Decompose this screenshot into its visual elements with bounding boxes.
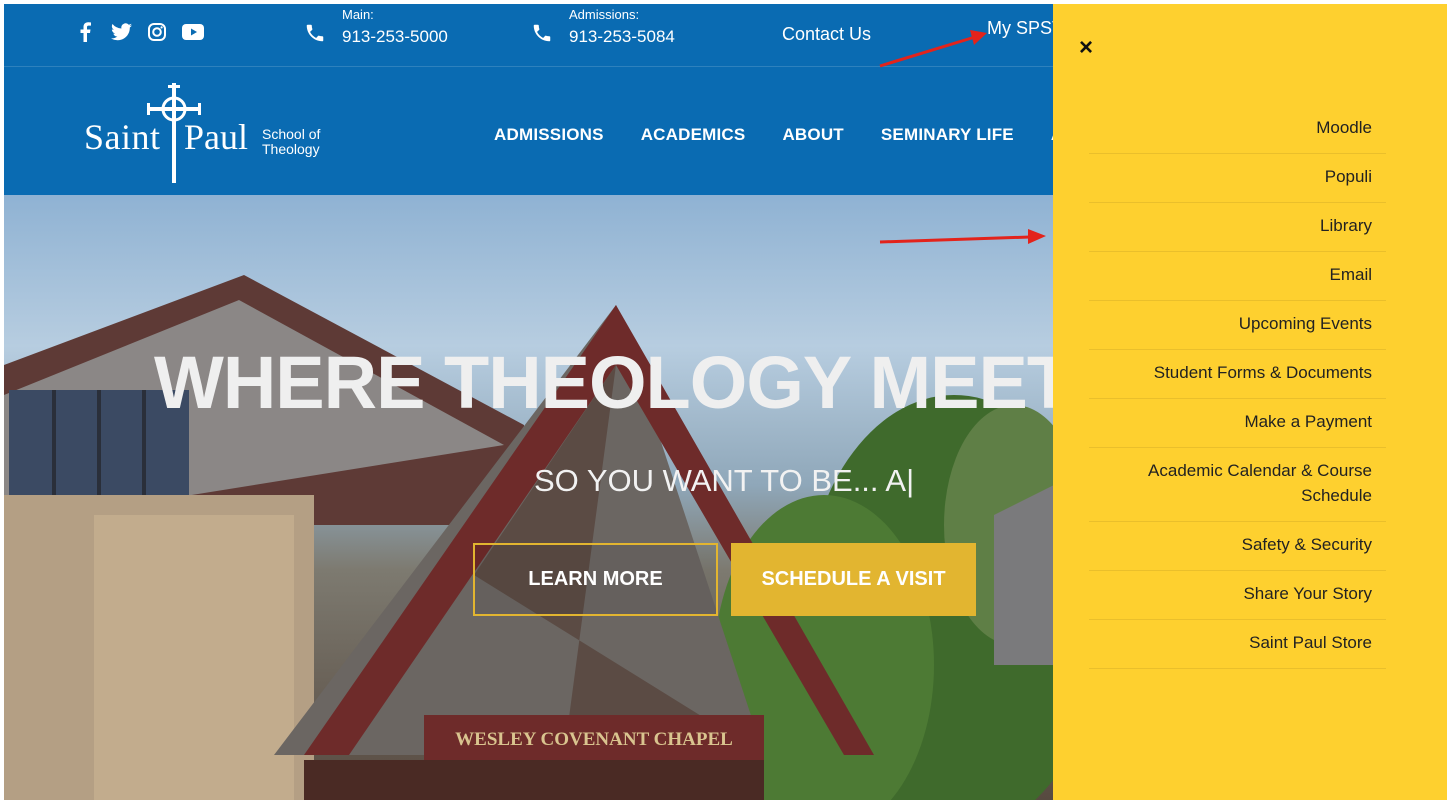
- hero-title: WHERE THEOLOGY MEET: [154, 341, 1054, 424]
- drawer-item-make-payment[interactable]: Make a Payment: [1089, 399, 1386, 448]
- nav-academics[interactable]: ACADEMICS: [641, 125, 746, 145]
- main-nav: ADMISSIONS ACADEMICS ABOUT SEMINARY LIFE…: [494, 125, 1063, 145]
- phone-icon: [304, 22, 326, 44]
- schedule-visit-button[interactable]: SCHEDULE A VISIT: [731, 543, 976, 616]
- top-bar: Main: 913-253-5000 Admissions: 913-253-5…: [4, 4, 1063, 67]
- nav-admissions[interactable]: ADMISSIONS: [494, 125, 604, 145]
- drawer-item-safety-security[interactable]: Safety & Security: [1089, 522, 1386, 571]
- main-phone-label: Main:: [342, 7, 374, 22]
- youtube-icon[interactable]: [182, 21, 204, 43]
- main-header: Saint Paul School of Theology ADMISSIONS…: [4, 67, 1063, 195]
- drawer-item-academic-calendar[interactable]: Academic Calendar & Course Schedule: [1089, 448, 1386, 522]
- admissions-phone-label: Admissions:: [569, 7, 640, 22]
- social-links: [74, 21, 204, 43]
- drawer-item-email[interactable]: Email: [1089, 252, 1386, 301]
- admissions-phone[interactable]: Admissions: 913-253-5084: [531, 8, 675, 48]
- facebook-icon[interactable]: [74, 21, 96, 43]
- logo-line-2: Theology: [262, 141, 320, 157]
- drawer-item-populi[interactable]: Populi: [1089, 154, 1386, 203]
- hero-banner: WESLEY COVENANT CHAPEL WHERE THEOLOGY ME…: [4, 195, 1054, 800]
- main-phone[interactable]: Main: 913-253-5000: [304, 8, 448, 48]
- my-spst-link[interactable]: My SPST: [987, 18, 1063, 39]
- twitter-icon[interactable]: [110, 21, 132, 43]
- nav-seminary-life[interactable]: SEMINARY LIFE: [881, 125, 1014, 145]
- hero-subtitle: SO YOU WANT TO BE... A|: [534, 463, 915, 498]
- main-phone-number[interactable]: 913-253-5000: [342, 26, 448, 48]
- instagram-icon[interactable]: [146, 21, 168, 43]
- phone-icon: [531, 22, 553, 44]
- logo-saint: Saint: [84, 117, 161, 157]
- learn-more-button[interactable]: LEARN MORE: [473, 543, 718, 616]
- logo-line-1: School of: [262, 126, 321, 142]
- logo-school-of-theology: School of Theology: [262, 127, 320, 157]
- drawer-item-library[interactable]: Library: [1089, 203, 1386, 252]
- chapel-sign: WESLEY COVENANT CHAPEL: [455, 729, 733, 750]
- drawer-item-upcoming-events[interactable]: Upcoming Events: [1089, 301, 1386, 350]
- drawer-menu: Moodle Populi Library Email Upcoming Eve…: [1089, 105, 1386, 669]
- nav-about[interactable]: ABOUT: [782, 125, 843, 145]
- drawer-item-student-forms[interactable]: Student Forms & Documents: [1089, 350, 1386, 399]
- drawer-item-moodle[interactable]: Moodle: [1089, 105, 1386, 154]
- drawer-item-saint-paul-store[interactable]: Saint Paul Store: [1089, 620, 1386, 669]
- admissions-phone-number[interactable]: 913-253-5084: [569, 26, 675, 48]
- contact-us-link[interactable]: Contact Us: [782, 24, 871, 45]
- my-spst-drawer: × Moodle Populi Library Email Upcoming E…: [1053, 4, 1447, 800]
- drawer-item-share-story[interactable]: Share Your Story: [1089, 571, 1386, 620]
- site-logo[interactable]: Saint Paul School of Theology: [84, 83, 344, 183]
- logo-paul: Paul: [184, 117, 249, 157]
- close-icon[interactable]: ×: [1079, 34, 1099, 61]
